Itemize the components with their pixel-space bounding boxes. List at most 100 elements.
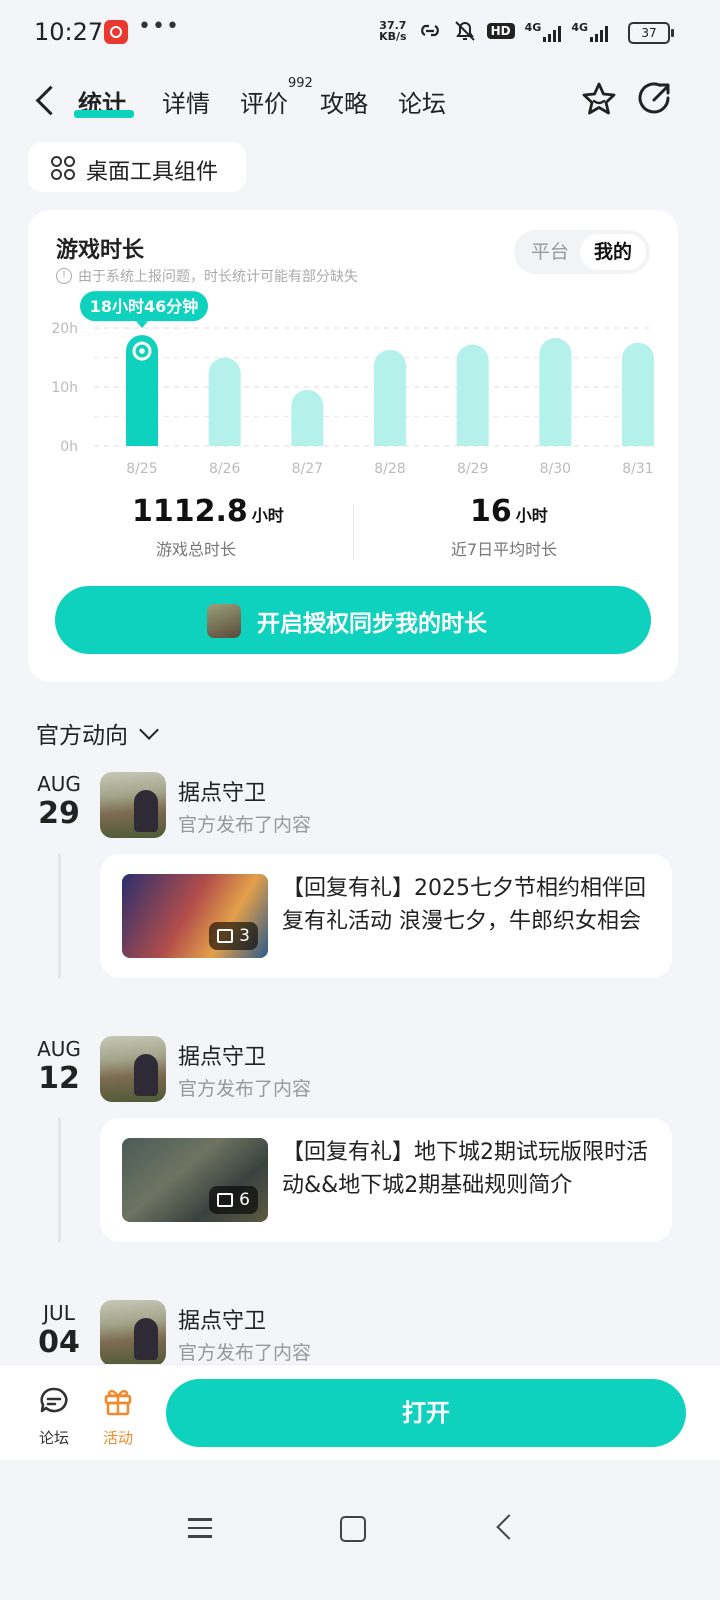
x-tick-label: 8/26: [209, 461, 241, 477]
toggle-mine[interactable]: 我的: [580, 234, 646, 270]
post-card[interactable]: 3 【回复有礼】2025七夕节相约相伴回复有礼活动 浪漫七夕，牛郎织女相会: [100, 854, 672, 978]
more-notifications-icon: •••: [138, 14, 180, 39]
tab-details[interactable]: 详情: [162, 84, 210, 119]
x-tick-label: 8/27: [292, 461, 323, 477]
timeline-line: [58, 1118, 61, 1242]
official-news-title: 官方动向: [36, 723, 128, 749]
home-icon[interactable]: [340, 1516, 366, 1542]
total-playtime-label: 游戏总时长: [156, 540, 237, 559]
x-tick-label: 8/30: [540, 461, 571, 477]
sync-playtime-label: 开启授权同步我的时长: [257, 611, 487, 637]
bar: [291, 389, 324, 446]
link-icon: [420, 24, 439, 37]
chat-bubble-icon: [40, 1387, 68, 1413]
image-count-badge: 3: [209, 922, 258, 950]
open-game-button[interactable]: 打开: [166, 1379, 686, 1447]
post-day: 29: [38, 796, 80, 831]
post-month: AUG: [37, 1037, 81, 1061]
star-icon[interactable]: [580, 80, 618, 118]
tab-forum[interactable]: 论坛: [398, 84, 446, 119]
post-day: 04: [38, 1325, 80, 1360]
game-icon[interactable]: [100, 1036, 166, 1102]
bar: [208, 357, 241, 446]
stats-divider: [353, 504, 354, 560]
signal-1: 4G: [525, 21, 562, 42]
playtime-card: 游戏时长 ! 由于系统上报问题，时长统计可能有部分缺失 平台 我的 0h 10h 2…: [28, 210, 678, 682]
game-icon[interactable]: [100, 1300, 166, 1366]
avg-playtime-unit: 小时: [515, 506, 548, 525]
recent-apps-icon[interactable]: [188, 1518, 212, 1538]
gift-icon: [104, 1389, 132, 1416]
post-day: 12: [38, 1061, 80, 1096]
post-meta: 官方发布了内容: [178, 814, 312, 836]
x-tick-label: 8/31: [622, 461, 653, 477]
total-playtime: 1112.8 小时: [132, 494, 284, 529]
x-tick-label: 8/25: [126, 461, 157, 477]
share-icon[interactable]: [636, 80, 674, 118]
game-name[interactable]: 据点守卫: [178, 1039, 266, 1071]
bottom-action-bar: 论坛 活动 打开: [0, 1364, 720, 1461]
desktop-widget-label: 桌面工具组件: [86, 160, 219, 185]
hd-voice-icon: HD: [486, 23, 515, 39]
tooltip-pointer: [136, 321, 148, 329]
image-icon: [217, 1193, 234, 1207]
y-tick-label: 10h: [51, 380, 78, 396]
status-bar: 10:27 ••• 37.7 KB/s HD 4G 4G 37: [0, 0, 720, 66]
system-nav-bar: [0, 1460, 720, 1600]
scope-toggle[interactable]: 平台 我的: [514, 230, 650, 274]
post-thumbnail[interactable]: 6: [122, 1138, 268, 1222]
active-tab-indicator: [74, 110, 134, 118]
post-thumbnail[interactable]: 3: [122, 874, 268, 958]
desktop-widget-button[interactable]: 桌面工具组件: [28, 142, 246, 192]
playtime-title: 游戏时长: [56, 238, 145, 263]
back-icon[interactable]: [35, 85, 66, 116]
battery-icon: 37: [628, 22, 674, 44]
total-playtime-unit: 小时: [251, 506, 284, 525]
post-card[interactable]: 6 【回复有礼】地下城2期试玩版限时活动&&地下城2期基础规则简介: [100, 1118, 672, 1242]
game-avatar: [207, 604, 241, 638]
x-tick-label: 8/28: [374, 461, 405, 477]
image-count: 3: [239, 926, 250, 946]
image-count-badge: 6: [209, 1186, 258, 1214]
game-name[interactable]: 据点守卫: [178, 775, 266, 807]
info-icon: !: [56, 268, 72, 284]
game-icon[interactable]: [100, 772, 166, 838]
bar: [456, 344, 489, 446]
avg-playtime-label: 近7日平均时长: [451, 540, 558, 559]
timeline-line: [58, 854, 61, 978]
y-tick-label: 0h: [60, 439, 78, 455]
chevron-down-icon: [139, 720, 159, 740]
tab-reviews[interactable]: 评价: [240, 84, 288, 119]
post-month: AUG: [37, 772, 81, 796]
tooltip-text: 18小时46分钟: [90, 297, 199, 316]
image-icon: [217, 929, 234, 943]
status-time: 10:27: [34, 18, 104, 46]
system-back-icon[interactable]: [496, 1514, 522, 1540]
forum-button[interactable]: 论坛: [24, 1385, 84, 1448]
network-speed: 37.7 KB/s: [379, 19, 407, 43]
netease-music-icon: [104, 20, 128, 44]
avg-playtime-value: 16: [470, 494, 512, 529]
status-indicators: 37.7 KB/s HD 4G 4G: [379, 20, 668, 42]
selected-point-dot: [139, 348, 145, 354]
x-tick-label: 8/29: [457, 461, 488, 477]
sync-playtime-button[interactable]: 开启授权同步我的时长: [55, 586, 651, 654]
post-meta: 官方发布了内容: [178, 1078, 312, 1100]
post-title[interactable]: 【回复有礼】2025七夕节相约相伴回复有礼活动 浪漫七夕，牛郎织女相会: [282, 872, 654, 938]
image-count: 6: [239, 1190, 250, 1210]
post-title[interactable]: 【回复有礼】地下城2期试玩版限时活动&&地下城2期基础规则简介: [282, 1136, 654, 1202]
review-count-badge: 992: [288, 76, 313, 91]
tab-guides[interactable]: 攻略: [320, 84, 368, 119]
official-news-dropdown[interactable]: 官方动向: [36, 716, 159, 750]
bar: [539, 338, 572, 446]
post-month: JUL: [43, 1301, 75, 1325]
playtime-note: ! 由于系统上报问题，时长统计可能有部分缺失: [56, 266, 358, 286]
forum-label: 论坛: [38, 1429, 69, 1447]
toggle-platform[interactable]: 平台: [520, 234, 580, 270]
mute-bell-icon: [454, 21, 475, 41]
grid-icon: [51, 156, 75, 180]
bar: [374, 349, 406, 446]
game-name[interactable]: 据点守卫: [178, 1303, 266, 1335]
activity-button[interactable]: 活动: [88, 1385, 148, 1448]
activity-label: 活动: [102, 1429, 133, 1447]
